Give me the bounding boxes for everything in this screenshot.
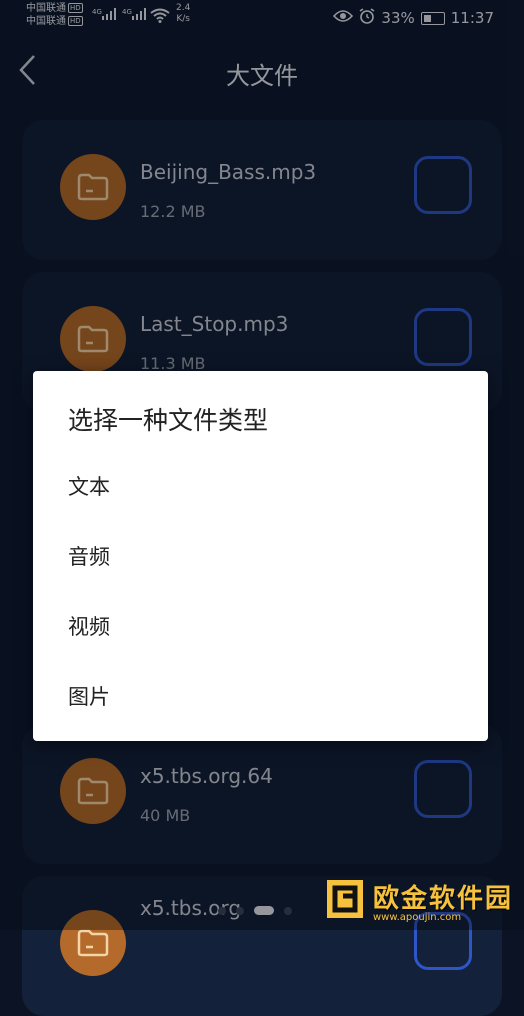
option-text[interactable]: 文本 (33, 455, 488, 515)
dialog-title: 选择一种文件类型 (68, 406, 269, 435)
option-audio[interactable]: 音频 (33, 525, 488, 585)
watermark-logo-icon (327, 880, 363, 918)
option-video[interactable]: 视频 (33, 595, 488, 655)
watermark: 欧金软件园 www.apoujin.com (325, 876, 520, 930)
option-image[interactable]: 图片 (33, 665, 488, 725)
watermark-url: www.apoujin.com (373, 912, 462, 923)
watermark-text: 欧金软件园 (373, 884, 514, 914)
file-type-dialog: 选择一种文件类型 文本 音频 视频 图片 (33, 371, 488, 741)
